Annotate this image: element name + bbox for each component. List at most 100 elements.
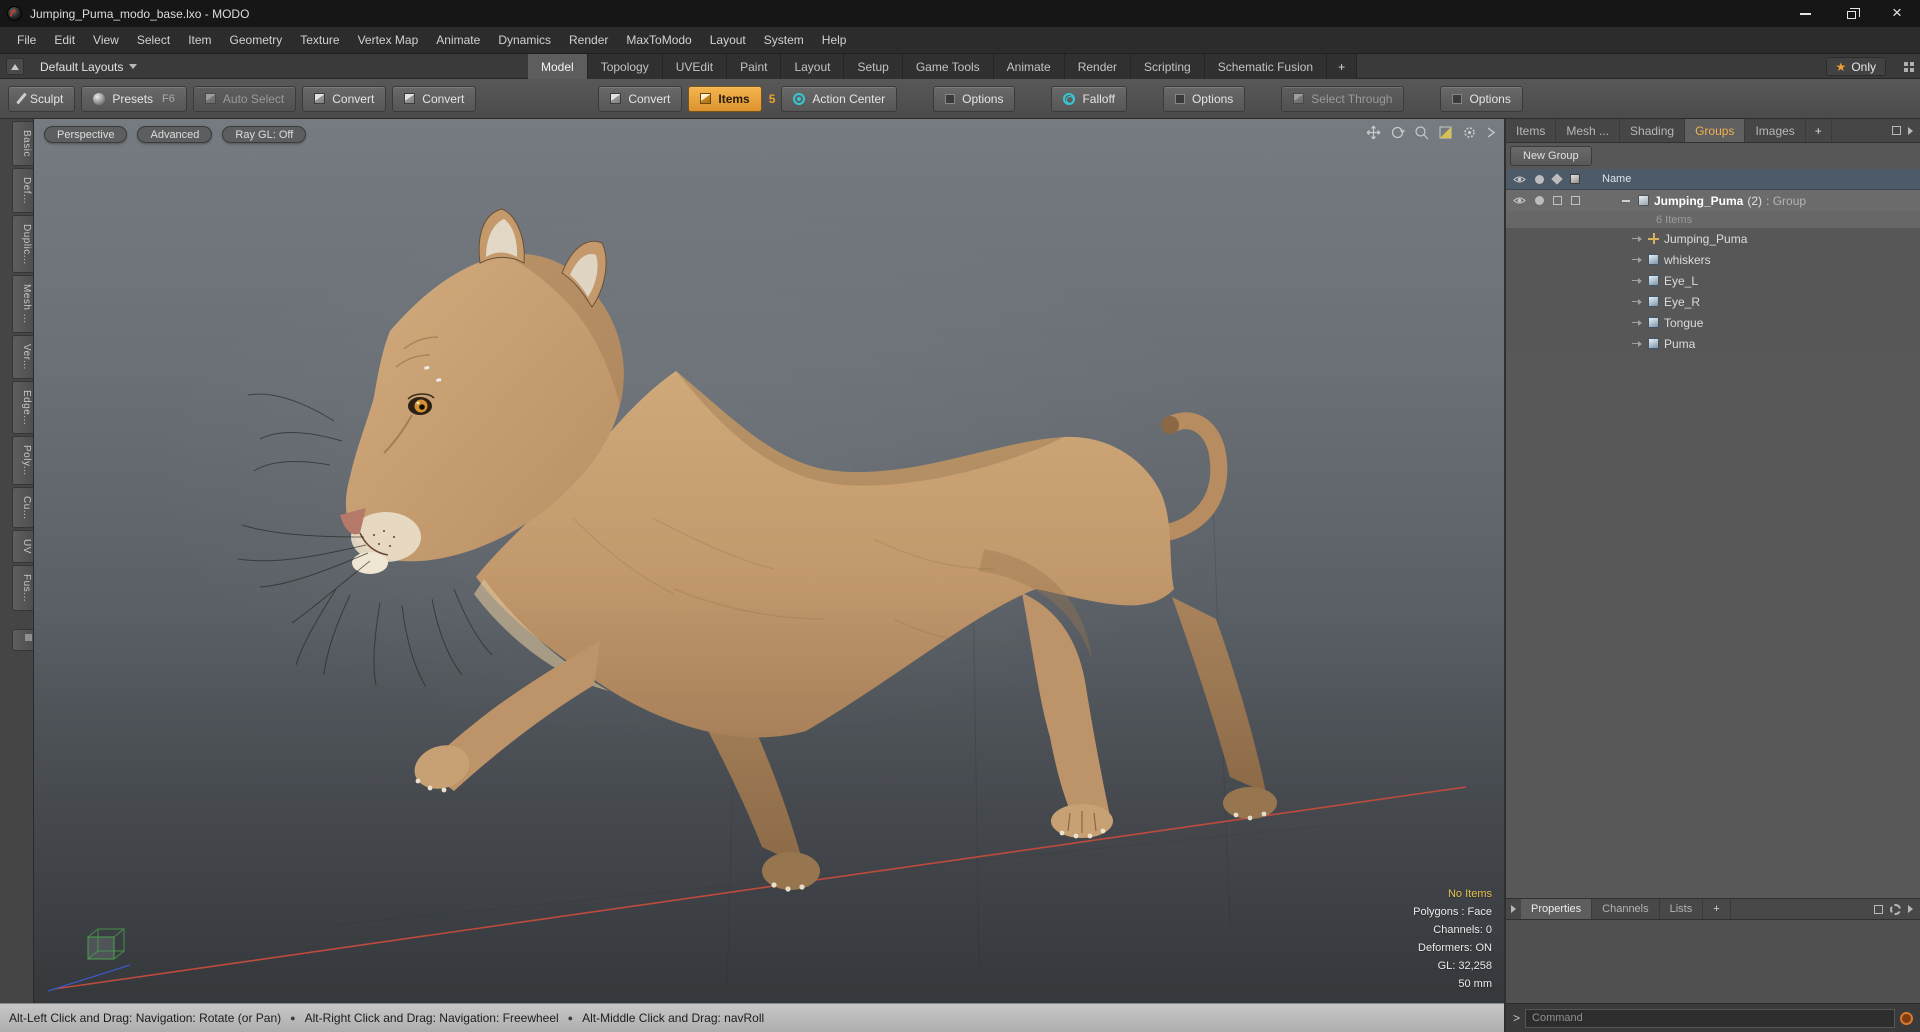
- panel-gear-icon[interactable]: [1890, 903, 1901, 915]
- convert-button-3[interactable]: Convert: [598, 85, 683, 112]
- tab-animate[interactable]: Animate: [994, 54, 1065, 79]
- panel-collapse-arrow-icon[interactable]: [1511, 905, 1516, 913]
- menu-system[interactable]: System: [755, 27, 813, 53]
- tab-render[interactable]: Render: [1065, 54, 1132, 79]
- viewport-shading-button[interactable]: Advanced: [137, 126, 213, 143]
- menu-animate[interactable]: Animate: [427, 27, 489, 53]
- render-toggle-icon[interactable]: [1535, 174, 1544, 184]
- tab-images[interactable]: Images: [1745, 119, 1806, 142]
- tab-shading[interactable]: Shading: [1620, 119, 1686, 142]
- minimize-button[interactable]: [1782, 0, 1828, 27]
- add-layout-tab-button[interactable]: +: [1327, 54, 1358, 79]
- falloff-options-button[interactable]: Options: [1162, 85, 1246, 112]
- items-mode-button[interactable]: Items: [688, 85, 762, 112]
- side-tab-duplicate[interactable]: Duplic...: [12, 214, 33, 274]
- layout-switcher[interactable]: Default Layouts: [32, 54, 145, 79]
- select-options-button[interactable]: Options: [1440, 85, 1523, 112]
- add-panel-tab-button[interactable]: +: [1806, 119, 1832, 142]
- tab-items[interactable]: Items: [1506, 119, 1557, 142]
- toggle-box-icon[interactable]: [1571, 196, 1580, 205]
- lock-toggle-icon[interactable]: [1551, 173, 1563, 185]
- viewport-settings-gear-icon[interactable]: [1462, 125, 1477, 140]
- side-tab-basic[interactable]: Basic: [12, 121, 33, 166]
- presets-button[interactable]: Presets F6: [81, 85, 187, 112]
- viewport-raygl-button[interactable]: Ray GL: Off: [222, 126, 307, 143]
- tree-item-eye-r[interactable]: Eye_R: [1506, 291, 1920, 312]
- menu-render[interactable]: Render: [560, 27, 617, 53]
- convert-button-2[interactable]: Convert: [392, 85, 477, 112]
- falloff-button[interactable]: Falloff: [1051, 85, 1127, 112]
- menu-vertex-map[interactable]: Vertex Map: [349, 27, 428, 53]
- tab-properties[interactable]: Properties: [1521, 899, 1593, 919]
- panel-menu-arrow-icon[interactable]: [1908, 126, 1913, 135]
- tab-channels[interactable]: Channels: [1592, 899, 1660, 919]
- layout-home-button[interactable]: [6, 58, 24, 75]
- grid-view-icon[interactable]: [1904, 62, 1908, 66]
- new-group-button[interactable]: New Group: [1510, 146, 1592, 166]
- orbit-tool-icon[interactable]: [1390, 125, 1405, 140]
- add-panel-tab-button[interactable]: +: [1703, 899, 1731, 919]
- menu-help[interactable]: Help: [813, 27, 856, 53]
- shading-toggle-icon[interactable]: [1438, 125, 1453, 140]
- menu-edit[interactable]: Edit: [45, 27, 84, 53]
- side-tab-curve[interactable]: Cu...: [12, 486, 33, 529]
- command-history-icon[interactable]: [1900, 1011, 1913, 1025]
- tab-setup[interactable]: Setup: [844, 54, 903, 79]
- command-input[interactable]: [1525, 1008, 1895, 1028]
- render-toggle-icon[interactable]: [1535, 196, 1544, 205]
- visibility-eye-icon[interactable]: [1513, 196, 1526, 205]
- menu-item[interactable]: Item: [179, 27, 220, 53]
- move-tool-icon[interactable]: [1366, 125, 1381, 140]
- tab-schematic-fusion[interactable]: Schematic Fusion: [1205, 54, 1328, 79]
- side-tab-fusion[interactable]: Fus...: [12, 565, 33, 612]
- tab-topology[interactable]: Topology: [588, 54, 663, 79]
- menu-dynamics[interactable]: Dynamics: [489, 27, 560, 53]
- tab-lists[interactable]: Lists: [1660, 899, 1704, 919]
- 3d-viewport[interactable]: Perspective Advanced Ray GL: Off No Item…: [34, 119, 1504, 1003]
- tree-item-jumping-puma[interactable]: Jumping_Puma: [1506, 228, 1920, 249]
- side-tab-deform[interactable]: Def...: [12, 167, 33, 213]
- tab-mesh-ops[interactable]: Mesh ...: [1556, 119, 1621, 142]
- tree-item-whiskers[interactable]: whiskers: [1506, 249, 1920, 270]
- toggle-box-icon[interactable]: [1553, 196, 1562, 205]
- menu-maxtomodo[interactable]: MaxToModo: [617, 27, 700, 53]
- tab-model[interactable]: Model: [528, 54, 588, 79]
- panel-popout-icon[interactable]: [1874, 904, 1883, 914]
- close-button[interactable]: ×: [1874, 0, 1920, 27]
- tree-item-tongue[interactable]: Tongue: [1506, 312, 1920, 333]
- menu-texture[interactable]: Texture: [291, 27, 348, 53]
- menu-select[interactable]: Select: [128, 27, 179, 53]
- collapse-twisty-icon[interactable]: [1622, 199, 1630, 202]
- tab-groups[interactable]: Groups: [1685, 119, 1746, 142]
- tree-item-puma[interactable]: Puma: [1506, 333, 1920, 354]
- sculpt-button[interactable]: Sculpt: [8, 85, 76, 112]
- viewport-projection-button[interactable]: Perspective: [44, 126, 128, 143]
- menu-geometry[interactable]: Geometry: [221, 27, 292, 53]
- tree-item-eye-l[interactable]: Eye_L: [1506, 270, 1920, 291]
- side-tab-uv[interactable]: UV: [12, 530, 33, 564]
- side-tab-edge[interactable]: Edge...: [12, 380, 33, 435]
- group-row-jumping-puma[interactable]: Jumping_Puma (2) : Group: [1506, 190, 1920, 211]
- only-filter-button[interactable]: ★ Only: [1825, 57, 1886, 76]
- restore-button[interactable]: [1828, 0, 1874, 27]
- tab-uvedit[interactable]: UVEdit: [663, 54, 728, 79]
- action-center-button[interactable]: Action Center: [781, 85, 898, 112]
- viewport-menu-arrow-icon[interactable]: [1486, 125, 1496, 140]
- side-tab-mesh[interactable]: Mesh ...: [12, 275, 33, 334]
- panel-popout-icon[interactable]: [1892, 126, 1901, 135]
- tab-layout[interactable]: Layout: [781, 54, 845, 79]
- menu-view[interactable]: View: [84, 27, 128, 53]
- zoom-tool-icon[interactable]: [1414, 125, 1429, 140]
- tab-paint[interactable]: Paint: [727, 54, 782, 79]
- side-tab-polygon[interactable]: Poly...: [12, 436, 33, 485]
- menu-layout[interactable]: Layout: [701, 27, 755, 53]
- panel-menu-arrow-icon[interactable]: [1908, 905, 1913, 913]
- side-tab-extra[interactable]: [12, 629, 33, 652]
- tab-game-tools[interactable]: Game Tools: [903, 54, 994, 79]
- action-center-options-button[interactable]: Options: [933, 85, 1016, 112]
- menu-file[interactable]: File: [8, 27, 45, 53]
- side-tab-vertex[interactable]: Ver...: [12, 335, 33, 379]
- visibility-eye-icon[interactable]: [1513, 175, 1526, 184]
- convert-button-1[interactable]: Convert: [302, 85, 387, 112]
- tab-scripting[interactable]: Scripting: [1131, 54, 1205, 79]
